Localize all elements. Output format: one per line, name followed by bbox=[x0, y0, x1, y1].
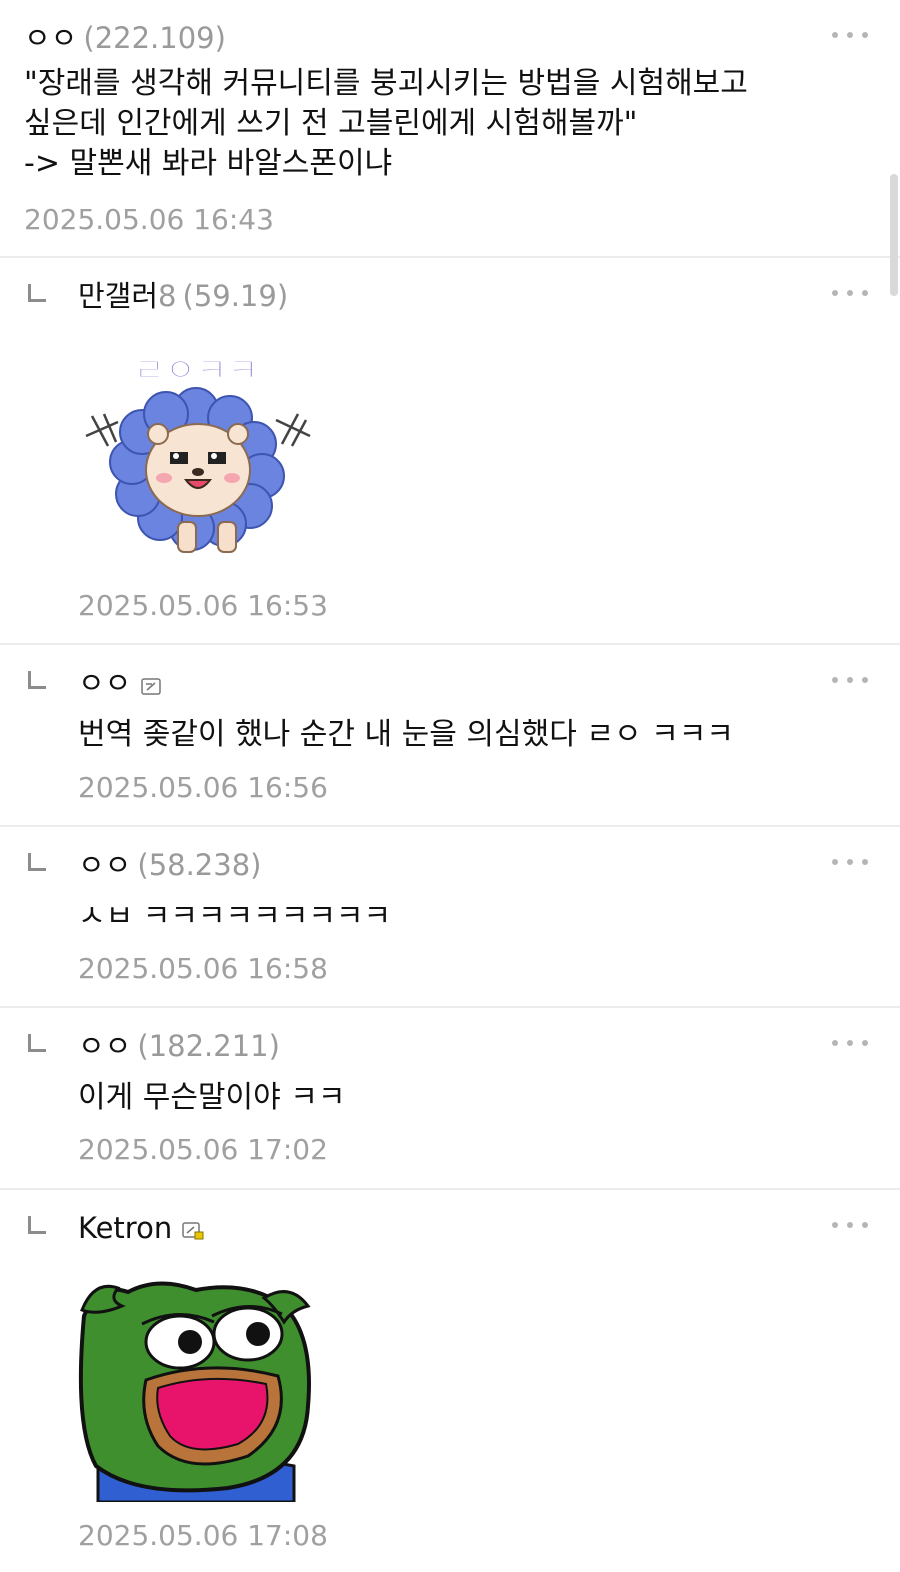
reply-author-name[interactable]: 만갤러 bbox=[78, 279, 158, 313]
reply-author-line: Ketron bbox=[78, 1208, 204, 1248]
reply-item: ㅇㅇ (58.238) ㅅㅂ ㅋㅋㅋㅋㅋㅋㅋㅋㅋ 2025.05.06 16:58 bbox=[0, 827, 900, 1008]
reply-author-line: 만갤러8 (59.19) bbox=[78, 276, 288, 316]
reply-item: ㅇㅇ (182.211) 이게 무슨말이야 ㅋㅋ 2025.05.06 17:02 bbox=[0, 1008, 900, 1190]
reply-author-line: ㅇㅇ (182.211) bbox=[78, 1026, 280, 1066]
reply-timestamp: 2025.05.06 16:58 bbox=[78, 952, 328, 985]
reply-author-ip: (182.211) bbox=[137, 1029, 280, 1063]
more-options-button[interactable] bbox=[832, 288, 868, 298]
semi-fixed-nick-badge-icon bbox=[182, 1210, 204, 1240]
reply-author-name[interactable]: ㅇㅇ bbox=[78, 848, 131, 882]
reply-text: 이게 무슨말이야 ㅋㅋ bbox=[78, 1080, 346, 1115]
lion-sticker: ㄹㅇㅋㅋ bbox=[78, 344, 314, 560]
sticker-caption: ㄹㅇㅋㅋ bbox=[133, 351, 258, 391]
reply-author-name[interactable]: ㅇㅇ bbox=[78, 666, 131, 700]
reply-arrow-icon bbox=[28, 853, 46, 871]
reply-timestamp: 2025.05.06 17:08 bbox=[78, 1519, 328, 1552]
reply-author-line: ㅇㅇ bbox=[78, 663, 162, 703]
comment-text: "장래를 생각해 커뮤니티를 붕괴시키는 방법을 시험해보고 싶은데 인간에게 … bbox=[24, 66, 748, 181]
comment-timestamp: 2025.05.06 16:43 bbox=[24, 203, 274, 236]
reply-arrow-icon bbox=[28, 671, 46, 689]
more-options-button[interactable] bbox=[832, 857, 868, 867]
reply-author-ip: (59.19) bbox=[182, 279, 289, 313]
reply-item: Ketron 2025.05.06 17:08 bbox=[0, 1190, 900, 1572]
reply-text: 번역 좆같이 했나 순간 내 눈을 의심했다 ㄹㅇ ㅋㅋㅋ bbox=[78, 717, 734, 752]
reply-item: ㅇㅇ 번역 좆같이 했나 순간 내 눈을 의심했다 ㄹㅇ ㅋㅋㅋ 2025.05… bbox=[0, 645, 900, 827]
fixed-nick-badge-icon bbox=[141, 665, 162, 695]
reply-text: ㅅㅂ ㅋㅋㅋㅋㅋㅋㅋㅋㅋ bbox=[78, 899, 392, 934]
more-options-button[interactable] bbox=[832, 30, 868, 40]
more-options-button[interactable] bbox=[832, 1220, 868, 1230]
reply-author-name[interactable]: ㅇㅇ bbox=[78, 1029, 131, 1063]
reply-author-number: 8 bbox=[158, 279, 177, 313]
reply-arrow-icon bbox=[28, 1216, 46, 1234]
reply-timestamp: 2025.05.06 16:56 bbox=[78, 771, 328, 804]
reply-item: 만갤러8 (59.19) ㄹㅇㅋㅋ 2025.05.06 16:53 bbox=[0, 258, 900, 645]
reply-timestamp: 2025.05.06 17:02 bbox=[78, 1133, 328, 1166]
scrollbar[interactable] bbox=[890, 174, 898, 296]
comment-author-line: ㅇㅇ (222.109) bbox=[24, 18, 226, 58]
reply-author-name[interactable]: Ketron bbox=[78, 1211, 172, 1245]
reply-arrow-icon bbox=[28, 1034, 46, 1052]
comment-author-name[interactable]: ㅇㅇ bbox=[24, 21, 77, 55]
comment-author-ip: (222.109) bbox=[83, 21, 226, 55]
reply-arrow-icon bbox=[28, 284, 46, 302]
reply-timestamp: 2025.05.06 16:53 bbox=[78, 589, 328, 622]
comment-item: ㅇㅇ (222.109) "장래를 생각해 커뮤니티를 붕괴시키는 방법을 시험해… bbox=[0, 0, 900, 258]
pepe-sticker bbox=[78, 1276, 314, 1504]
more-options-button[interactable] bbox=[832, 675, 868, 685]
more-options-button[interactable] bbox=[832, 1038, 868, 1048]
reply-author-line: ㅇㅇ (58.238) bbox=[78, 845, 261, 885]
reply-author-ip: (58.238) bbox=[137, 848, 262, 882]
